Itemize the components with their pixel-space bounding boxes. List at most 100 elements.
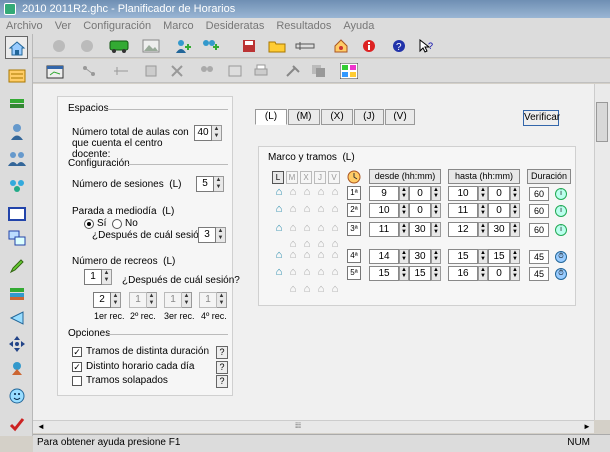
menu-archivo[interactable]: Archivo <box>0 18 49 34</box>
row4-hasta-mins-spin[interactable]: ▲ ▼ <box>510 249 520 264</box>
recreos-spin-buttons[interactable]: ▲ ▼ <box>102 269 112 285</box>
day-header-j[interactable]: J <box>314 171 326 184</box>
save-icon[interactable] <box>239 37 259 55</box>
row2-desde-mins[interactable]: 0 <box>409 203 431 218</box>
row3-desde-hours-spin[interactable]: ▲ ▼ <box>399 222 409 237</box>
books-icon[interactable] <box>5 92 28 115</box>
classroom-icon[interactable] <box>5 202 28 225</box>
row3-info-icon[interactable]: i <box>555 224 567 236</box>
row4-j-house-icon[interactable]: ⌂ <box>314 249 328 261</box>
row2-desde-mins-spin[interactable]: ▲ ▼ <box>431 203 441 218</box>
schedule-list-icon[interactable] <box>5 64 28 87</box>
row3-session-button[interactable]: 3ª <box>347 222 361 236</box>
row1-info-icon[interactable]: i <box>555 188 567 200</box>
row5-hasta-mins[interactable]: 0 <box>488 266 510 281</box>
bus-icon[interactable] <box>109 37 129 55</box>
row1-desde-mins-spin[interactable]: ▲ ▼ <box>431 186 441 201</box>
row5-session-button[interactable]: 5ª <box>347 266 361 280</box>
row5-m-house-icon[interactable]: ⌂ <box>286 266 300 278</box>
aulas-spin-buttons[interactable]: ▲ ▼ <box>212 125 222 141</box>
row1-hasta-hours[interactable]: 10 <box>448 186 478 201</box>
row1-desde-hours-spin[interactable]: ▲ ▼ <box>399 186 409 201</box>
row5-desde-hours[interactable]: 15 <box>369 266 399 281</box>
stack-icon[interactable] <box>5 282 28 305</box>
teacher-icon[interactable] <box>5 120 28 143</box>
row5-v-house-icon[interactable]: ⌂ <box>328 266 342 278</box>
row4-clock-icon[interactable]: ⏱ <box>555 251 567 263</box>
recreos-stepper[interactable]: 1 ▲ ▼ <box>84 269 112 285</box>
recreos-value[interactable]: 1 <box>84 269 102 285</box>
sesiones-stepper[interactable]: 5 ▲ ▼ <box>196 176 224 192</box>
row1-x-house-icon[interactable]: ⌂ <box>300 186 314 198</box>
end-v-house-icon[interactable]: ⌂ <box>328 283 342 295</box>
row5-j-house-icon[interactable]: ⌂ <box>314 266 328 278</box>
groups-icon[interactable] <box>5 174 28 197</box>
row4-m-house-icon[interactable]: ⌂ <box>286 249 300 261</box>
row2-desde-hours[interactable]: 10 <box>369 203 399 218</box>
row2-m-house-icon[interactable]: ⌂ <box>286 203 300 215</box>
move-icon[interactable] <box>5 332 28 355</box>
windows-icon[interactable] <box>5 226 28 249</box>
row3-hasta-mins-spin[interactable]: ▲ ▼ <box>510 222 520 237</box>
row2-hasta-mins-spin[interactable]: ▲ ▼ <box>510 203 520 218</box>
export-icon[interactable] <box>225 62 245 80</box>
aulas-stepper[interactable]: 40 ▲ ▼ <box>194 125 222 141</box>
aulas-value[interactable]: 40 <box>194 125 212 141</box>
row1-j-house-icon[interactable]: ⌂ <box>314 186 328 198</box>
open-folder-icon[interactable] <box>267 37 287 55</box>
teachers-icon[interactable] <box>5 146 28 169</box>
row5-hasta-hours-spin[interactable]: ▲ ▼ <box>478 266 488 281</box>
tab-miercoles[interactable]: (X) <box>321 109 353 125</box>
despues-spin-buttons[interactable]: ▲ ▼ <box>216 227 226 243</box>
checkmark-icon[interactable] <box>5 412 28 435</box>
filter-icon[interactable] <box>111 62 131 80</box>
row4-desde-mins-spin[interactable]: ▲ ▼ <box>431 249 441 264</box>
smiley-icon[interactable] <box>5 384 28 407</box>
row2-info-icon[interactable]: i <box>555 205 567 217</box>
row3-hasta-mins[interactable]: 30 <box>488 222 510 237</box>
row4-desde-mins[interactable]: 30 <box>409 249 431 264</box>
row5-clock-icon[interactable]: ⏱ <box>555 268 567 280</box>
row1-desde-mins[interactable]: 0 <box>409 186 431 201</box>
tools-icon[interactable] <box>283 62 303 80</box>
scroll-left-arrow-icon[interactable]: ◄ <box>36 422 46 432</box>
row4-v-house-icon[interactable]: ⌂ <box>328 249 342 261</box>
row5-hasta-mins-spin[interactable]: ▲ ▼ <box>510 266 520 281</box>
row3-l-house-icon[interactable]: ⌂ <box>272 222 286 234</box>
rec1-spin-buttons[interactable]: ▲ ▼ <box>111 292 121 308</box>
scroll-grip-icon[interactable]: ⁞⁞⁞ <box>292 422 304 432</box>
row5-desde-mins-spin[interactable]: ▲ ▼ <box>431 266 441 281</box>
pencil-icon[interactable] <box>5 254 28 277</box>
tramos-distinta-checkbox[interactable]: ✓ <box>72 347 82 357</box>
row4-hasta-mins[interactable]: 15 <box>488 249 510 264</box>
menu-resultados[interactable]: Resultados <box>270 18 337 34</box>
end-x-house-icon[interactable]: ⌂ <box>300 283 314 295</box>
network-icon[interactable] <box>79 62 99 80</box>
row3-j-house-icon[interactable]: ⌂ <box>314 222 328 234</box>
tramos-solapados-help-button[interactable]: ? <box>216 375 228 388</box>
menu-configuracion[interactable]: Configuración <box>77 18 157 34</box>
row1-v-house-icon[interactable]: ⌂ <box>328 186 342 198</box>
despues-stepper[interactable]: 3 ▲ ▼ <box>198 227 226 243</box>
row3-v-house-icon[interactable]: ⌂ <box>328 222 342 234</box>
sesiones-spin-buttons[interactable]: ▲ ▼ <box>214 176 224 192</box>
row4-x-house-icon[interactable]: ⌂ <box>300 249 314 261</box>
users-icon[interactable] <box>197 62 217 80</box>
row5-desde-mins[interactable]: 15 <box>409 266 431 281</box>
image-icon[interactable] <box>141 37 161 55</box>
row3-desde-hours[interactable]: 11 <box>369 222 399 237</box>
context-help-icon[interactable]: ? <box>417 37 437 55</box>
menu-desideratas[interactable]: Desideratas <box>200 18 271 34</box>
rec1-stepper[interactable]: 2 ▲ ▼ <box>93 292 121 308</box>
menu-ver[interactable]: Ver <box>49 18 78 34</box>
menu-marco[interactable]: Marco <box>157 18 200 34</box>
row1-m-house-icon[interactable]: ⌂ <box>286 186 300 198</box>
back-icon[interactable] <box>49 37 69 55</box>
rec1-value[interactable]: 2 <box>93 292 111 308</box>
vertical-scrollbar-thumb[interactable] <box>596 102 608 142</box>
row5-hasta-hours[interactable]: 16 <box>448 266 478 281</box>
row2-l-house-icon[interactable]: ⌂ <box>272 203 286 215</box>
distinto-horario-checkbox[interactable]: ✓ <box>72 362 82 372</box>
tramos-distinta-help-button[interactable]: ? <box>216 346 228 359</box>
horizontal-scrollbar[interactable] <box>33 420 594 433</box>
